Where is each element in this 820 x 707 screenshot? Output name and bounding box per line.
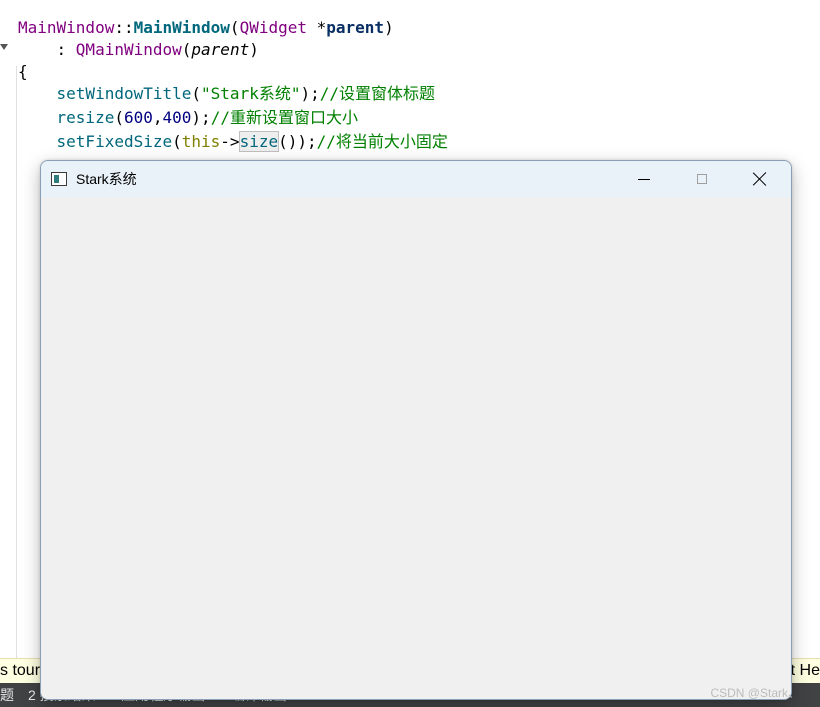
app-window-icon[interactable] bbox=[51, 172, 67, 186]
code-token: MainWindow bbox=[18, 18, 115, 37]
code-token: "Stark系统" bbox=[201, 84, 301, 103]
code-token: 600 bbox=[123, 108, 153, 127]
code-token: ) bbox=[249, 40, 259, 59]
highlighted-token: size bbox=[238, 131, 280, 152]
code-token: ); bbox=[191, 108, 211, 127]
close-icon bbox=[753, 172, 767, 186]
close-button[interactable] bbox=[731, 161, 789, 197]
code-token: ( bbox=[181, 40, 192, 59]
maximize-icon bbox=[697, 174, 707, 184]
code-token: * bbox=[307, 18, 327, 37]
window-titlebar[interactable]: Stark系统 bbox=[41, 161, 791, 197]
code-token: setFixedSize bbox=[56, 132, 173, 151]
window-title: Stark系统 bbox=[76, 171, 137, 187]
minimize-icon bbox=[638, 178, 650, 180]
code-token: , bbox=[152, 108, 163, 127]
code-line-2[interactable]: : QMainWindow(parent) bbox=[18, 39, 259, 61]
code-comment: //重新设置窗口大小 bbox=[210, 108, 358, 127]
code-token: ); bbox=[300, 84, 320, 103]
maximize-button bbox=[673, 161, 731, 197]
output-pane-issues[interactable]: 题 bbox=[0, 683, 14, 707]
code-token: QWidget bbox=[239, 18, 307, 37]
code-token: :: bbox=[114, 18, 134, 37]
code-line-5[interactable]: resize(600,400);//重新设置窗口大小 bbox=[18, 107, 358, 129]
minimize-button[interactable] bbox=[615, 161, 673, 197]
code-token: ( bbox=[172, 132, 182, 151]
tour-bar-left-text: s tour bbox=[0, 662, 41, 679]
code-token: parent bbox=[326, 18, 385, 37]
code-line-3[interactable]: { bbox=[18, 61, 28, 83]
fold-guide bbox=[16, 66, 17, 660]
code-token: this bbox=[181, 132, 221, 151]
fold-marker-icon[interactable] bbox=[0, 44, 8, 50]
tour-bar-right-text[interactable]: t He bbox=[791, 659, 820, 683]
code-token: 400 bbox=[162, 108, 192, 127]
code-token: resize bbox=[56, 108, 115, 127]
code-comment: //将当前大小固定 bbox=[316, 132, 448, 151]
stark-app-window[interactable]: Stark系统 bbox=[40, 160, 792, 700]
code-line-4[interactable]: setWindowTitle("Stark系统");//设置窗体标题 bbox=[18, 83, 435, 105]
code-token: ( bbox=[114, 108, 124, 127]
code-token: parent bbox=[191, 40, 250, 59]
code-token: MainWindow bbox=[133, 18, 230, 37]
window-client-area bbox=[41, 197, 791, 699]
code-comment: //设置窗体标题 bbox=[319, 84, 436, 103]
code-token: ( bbox=[229, 18, 240, 37]
code-token: QMainWindow bbox=[75, 40, 182, 59]
code-token: ) bbox=[384, 18, 394, 37]
code-token: : bbox=[18, 40, 76, 59]
code-line-1[interactable]: MainWindow::MainWindow(QWidget *parent) bbox=[18, 17, 394, 39]
code-token: ( bbox=[191, 84, 202, 103]
code-token: setWindowTitle bbox=[56, 84, 192, 103]
code-token: ()); bbox=[278, 132, 317, 151]
watermark: CSDN @Stark、 bbox=[710, 686, 800, 700]
code-token: { bbox=[18, 62, 28, 81]
code-line-6[interactable]: setFixedSize(this->size());//将当前大小固定 bbox=[18, 131, 448, 153]
code-token: -> bbox=[220, 132, 240, 151]
